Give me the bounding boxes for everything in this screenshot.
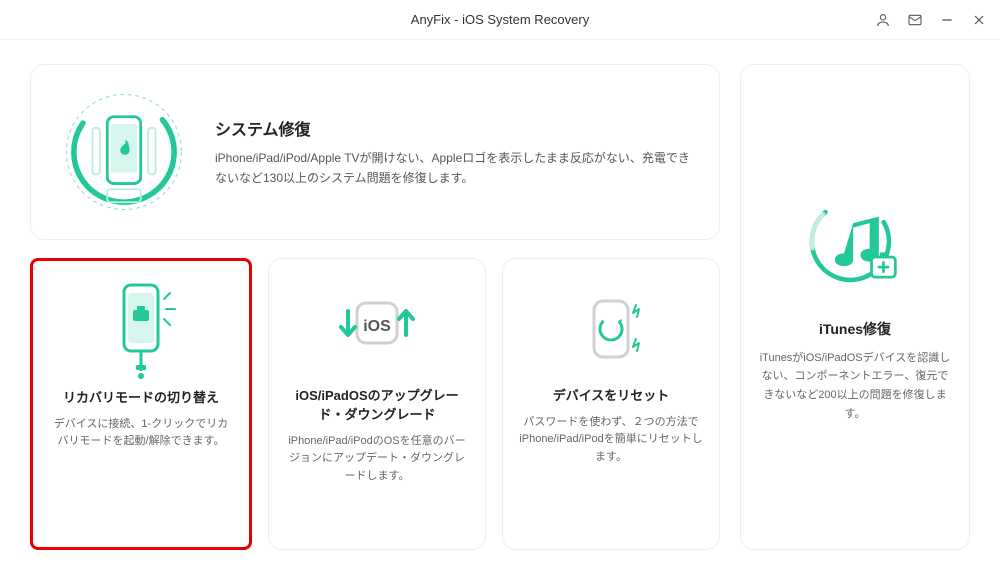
upgrade-downgrade-icon: iOS xyxy=(327,281,427,377)
mail-icon[interactable] xyxy=(906,11,924,29)
upgrade-downgrade-card[interactable]: iOS iOS/iPadOSのアップグレード・ダウングレード iPhone/iP… xyxy=(268,258,486,550)
reset-device-icon xyxy=(566,281,656,377)
recovery-mode-card[interactable]: リカバリモードの切り替え デバイスに接続、1-クリックでリカバリモードを起動/解… xyxy=(30,258,252,550)
reset-device-title: デバイスをリセット xyxy=(553,387,670,406)
left-column: システム修復 iPhone/iPad/iPod/Apple TVが開けない、Ap… xyxy=(30,64,720,550)
itunes-repair-desc: iTunesがiOS/iPadOSデバイスを認識しない、コンポーネントエラー、復… xyxy=(759,349,951,424)
system-repair-text: システム修復 iPhone/iPad/iPod/Apple TVが開けない、Ap… xyxy=(215,116,691,189)
main-content: システム修復 iPhone/iPad/iPod/Apple TVが開けない、Ap… xyxy=(0,40,1000,580)
svg-text:iOS: iOS xyxy=(363,318,391,335)
itunes-repair-icon xyxy=(800,191,910,301)
itunes-repair-card[interactable]: iTunes修復 iTunesがiOS/iPadOSデバイスを認識しない、コンポ… xyxy=(740,64,970,550)
titlebar-actions xyxy=(874,11,988,29)
minimize-button[interactable] xyxy=(938,11,956,29)
right-column: iTunes修復 iTunesがiOS/iPadOSデバイスを認識しない、コンポ… xyxy=(740,64,970,550)
recovery-mode-desc: デバイスに接続、1-クリックでリカバリモードを起動/解除できます。 xyxy=(49,416,233,451)
titlebar: AnyFix - iOS System Recovery xyxy=(0,0,1000,40)
system-repair-card[interactable]: システム修復 iPhone/iPad/iPod/Apple TVが開けない、Ap… xyxy=(30,64,720,240)
recovery-mode-title: リカバリモードの切り替え xyxy=(63,389,219,408)
system-repair-desc: iPhone/iPad/iPod/Apple TVが開けない、Appleロゴを表… xyxy=(215,148,691,189)
window-title: AnyFix - iOS System Recovery xyxy=(411,12,589,27)
close-button[interactable] xyxy=(970,11,988,29)
reset-device-desc: パスワードを使わず、２つの方法でiPhone/iPad/iPodを簡単にリセット… xyxy=(519,414,703,467)
system-repair-title: システム修復 xyxy=(215,116,691,140)
account-icon[interactable] xyxy=(874,11,892,29)
upgrade-downgrade-desc: iPhone/iPad/iPodのOSを任意のバージョンにアップデート・ダウング… xyxy=(285,433,469,486)
itunes-repair-title: iTunes修復 xyxy=(819,319,891,339)
feature-cards-row: リカバリモードの切り替え デバイスに接続、1-クリックでリカバリモードを起動/解… xyxy=(30,258,720,550)
reset-device-card[interactable]: デバイスをリセット パスワードを使わず、２つの方法でiPhone/iPad/iP… xyxy=(502,258,720,550)
system-repair-icon xyxy=(59,87,189,217)
recovery-mode-icon xyxy=(100,283,182,379)
upgrade-downgrade-title: iOS/iPadOSのアップグレード・ダウングレード xyxy=(285,387,469,425)
